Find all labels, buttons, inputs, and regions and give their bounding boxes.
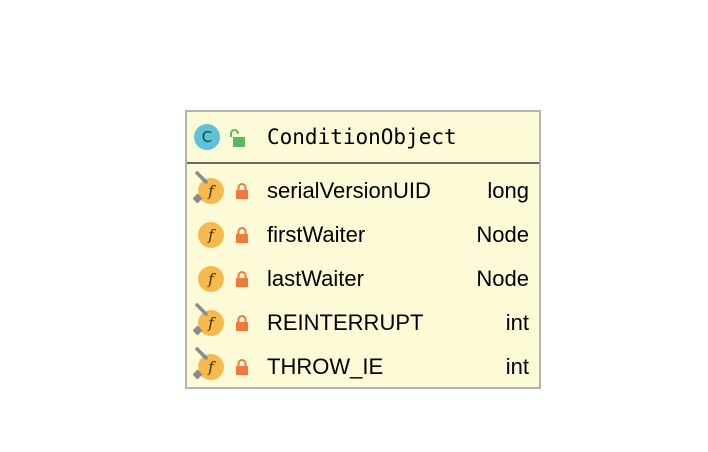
class-icon: C [194, 124, 220, 150]
field-row[interactable]: f lastWaiter Node [187, 257, 539, 301]
field-icon: f [196, 264, 224, 292]
private-lock-icon [236, 227, 248, 243]
field-row[interactable]: f THROW_IE int [187, 345, 539, 389]
field-type: Node [476, 266, 529, 291]
field-row[interactable]: f REINTERRUPT int [187, 301, 539, 345]
field-icon: f [196, 220, 224, 248]
field-name: THROW_IE [267, 354, 384, 379]
private-lock-icon [236, 183, 248, 199]
class-header: C ConditionObject [187, 112, 539, 164]
private-lock-icon [236, 359, 248, 375]
diagram-canvas: C ConditionObject f serialVersionUID lon… [0, 0, 708, 452]
field-name: lastWaiter [267, 266, 364, 291]
static-field-icon: f [193, 171, 224, 204]
class-name: ConditionObject [267, 125, 457, 149]
field-type: Node [476, 222, 529, 247]
field-row[interactable]: f serialVersionUID long [187, 169, 539, 213]
field-name: serialVersionUID [267, 178, 431, 203]
field-type: int [505, 354, 529, 379]
field-type: int [505, 310, 529, 335]
field-name: firstWaiter [267, 222, 366, 247]
static-field-icon: f [193, 347, 224, 380]
private-lock-icon [236, 315, 248, 331]
field-name: REINTERRUPT [267, 310, 424, 335]
private-lock-icon [236, 271, 248, 287]
static-field-icon: f [193, 303, 224, 336]
uml-class-box[interactable]: C ConditionObject f serialVersionUID lon… [185, 110, 541, 389]
open-lock-icon [230, 129, 245, 147]
field-row[interactable]: f firstWaiter Node [187, 213, 539, 257]
field-type: long [487, 178, 529, 203]
